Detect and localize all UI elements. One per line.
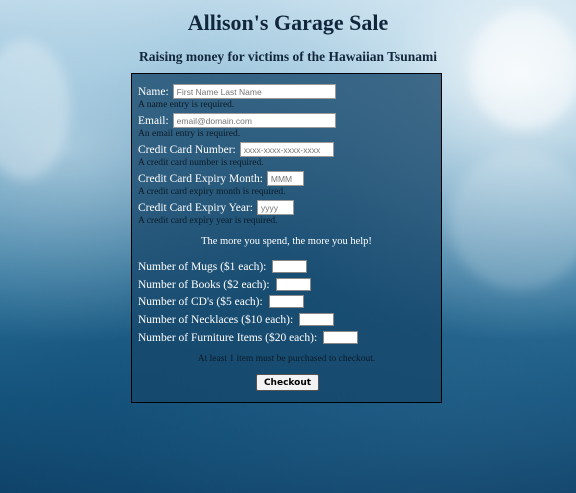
card-number-label: Credit Card Number:	[138, 143, 236, 156]
page-title: Allison's Garage Sale	[187, 10, 389, 35]
wave-foam-decoration	[450, 150, 576, 290]
card-number-row: Credit Card Number:	[138, 142, 334, 157]
email-input[interactable]	[172, 113, 336, 128]
email-row: Email:	[138, 113, 336, 128]
expiry-month-error: A credit card expiry month is required.	[138, 187, 286, 197]
item-label-mugs: Number of Mugs ($1 each):	[138, 260, 267, 273]
expiry-year-error: A credit card expiry year is required.	[138, 216, 278, 226]
items-error: At least 1 item must be purchased to che…	[197, 354, 376, 364]
name-row: Name:	[138, 84, 336, 99]
email-label: Email:	[138, 114, 169, 127]
order-form: Name: A name entry is required. Email: A…	[131, 73, 442, 403]
card-number-input[interactable]	[239, 142, 334, 157]
item-row-cds: Number of CD's ($5 each):	[138, 295, 304, 308]
expiry-month-label: Credit Card Expiry Month:	[138, 172, 263, 185]
mugs-quantity-input[interactable]	[272, 260, 308, 273]
page-subtitle: Raising money for victims of the Hawaiia…	[139, 49, 437, 64]
email-error: An email entry is required.	[138, 129, 241, 139]
expiry-month-input[interactable]	[266, 171, 304, 186]
expiry-month-row: Credit Card Expiry Month:	[138, 171, 304, 186]
checkout-button[interactable]: Checkout	[256, 374, 319, 391]
spend-message: The more you spend, the more you help!	[201, 236, 372, 247]
name-label: Name:	[138, 85, 169, 98]
item-label-cds: Number of CD's ($5 each):	[138, 295, 263, 308]
books-quantity-input[interactable]	[275, 278, 311, 291]
furniture-quantity-input[interactable]	[323, 331, 359, 344]
expiry-year-input[interactable]	[256, 200, 294, 215]
item-row-mugs: Number of Mugs ($1 each):	[138, 260, 308, 273]
item-label-books: Number of Books ($2 each):	[138, 278, 270, 291]
item-row-books: Number of Books ($2 each):	[138, 278, 311, 291]
item-label-necklaces: Number of Necklaces ($10 each):	[138, 313, 294, 326]
expiry-year-row: Credit Card Expiry Year:	[138, 200, 294, 215]
name-input[interactable]	[172, 84, 336, 99]
name-error: A name entry is required.	[138, 100, 235, 110]
card-number-error: A credit card number is required.	[138, 158, 264, 168]
item-row-necklaces: Number of Necklaces ($10 each):	[138, 313, 335, 326]
item-label-furniture: Number of Furniture Items ($20 each):	[138, 331, 318, 344]
cds-quantity-input[interactable]	[268, 295, 304, 308]
item-row-furniture: Number of Furniture Items ($20 each):	[138, 331, 359, 344]
expiry-year-label: Credit Card Expiry Year:	[138, 201, 253, 214]
necklaces-quantity-input[interactable]	[299, 313, 335, 326]
